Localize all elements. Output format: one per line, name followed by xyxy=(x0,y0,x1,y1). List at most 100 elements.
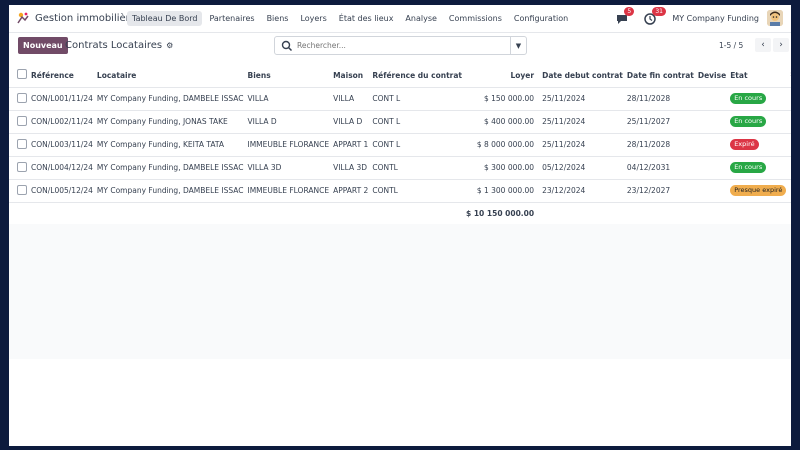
cell-devise xyxy=(696,110,728,133)
cell-devise xyxy=(696,133,728,156)
row-checkbox[interactable] xyxy=(17,184,27,195)
cell-maison: APPART 2 xyxy=(333,186,369,195)
total-loyer: $ 10 150 000.00 xyxy=(466,208,535,218)
cell-locataire: MY Company Funding, DAMBELE ISSAC xyxy=(96,186,244,195)
page-title: Contrats Locataires xyxy=(65,40,163,51)
breadcrumb: Contrats Locataires ⚙ xyxy=(65,40,173,51)
column-header-loyer[interactable]: Loyer xyxy=(464,64,540,87)
cell-date-fin: 28/11/2028 xyxy=(626,94,671,103)
table-row[interactable]: CON/L005/12/24 MY Company Funding, DAMBE… xyxy=(9,179,791,202)
top-navbar: Gestion immobilière Tableau De Bord Part… xyxy=(9,5,791,33)
cell-locataire: MY Company Funding, KEITA TATA xyxy=(96,140,225,149)
select-all-checkbox[interactable] xyxy=(17,69,27,80)
app-logo-icon[interactable] xyxy=(16,11,30,25)
search-icon xyxy=(281,40,293,51)
cell-reference: CON/L003/11/24 xyxy=(31,140,93,149)
caret-down-icon: ▼ xyxy=(515,41,522,50)
cell-devise xyxy=(696,156,728,179)
cell-loyer: $ 300 000.00 xyxy=(483,163,535,172)
cell-reference: CON/L002/11/24 xyxy=(31,117,93,126)
row-checkbox[interactable] xyxy=(17,138,27,149)
pager-previous-button[interactable]: ‹ xyxy=(755,38,771,52)
menu-partenaires[interactable]: Partenaires xyxy=(204,11,259,26)
messages-button[interactable]: 5 xyxy=(616,7,635,26)
column-header-reference[interactable]: Référence xyxy=(29,64,95,87)
search-bar: ▼ xyxy=(274,36,527,55)
cell-reference-contrat: CONT L xyxy=(372,94,401,103)
menu-analyse[interactable]: Analyse xyxy=(400,11,442,26)
cell-reference: CON/L004/12/24 xyxy=(31,163,93,172)
user-avatar[interactable] xyxy=(767,10,783,26)
column-header-etat[interactable]: Etat xyxy=(728,64,788,87)
cell-biens: VILLA 3D xyxy=(247,163,282,172)
column-header-maison[interactable]: Maison xyxy=(331,64,370,87)
menu-loyers[interactable]: Loyers xyxy=(295,11,331,26)
cell-date-debut: 05/12/2024 xyxy=(542,163,586,172)
column-header-date-fin[interactable]: Date fin contrat xyxy=(625,64,696,87)
app-title[interactable]: Gestion immobilière xyxy=(35,13,136,24)
cell-biens: IMMEUBLE FLORANCE xyxy=(247,140,330,149)
cell-devise xyxy=(696,87,728,110)
cell-loyer: $ 150 000.00 xyxy=(483,94,535,103)
cell-loyer: $ 1 300 000.00 xyxy=(476,186,535,195)
messages-count-badge: 5 xyxy=(624,7,635,16)
app-window: Gestion immobilière Tableau De Bord Part… xyxy=(9,5,791,446)
cell-locataire: MY Company Funding, DAMBELE ISSAC xyxy=(96,94,244,103)
status-badge: En cours xyxy=(730,93,767,104)
status-badge: En cours xyxy=(730,162,767,173)
pager-value[interactable]: 1-5 / 5 xyxy=(719,41,743,50)
table-row[interactable]: CON/L001/11/24 MY Company Funding, DAMBE… xyxy=(9,87,791,110)
status-badge: En cours xyxy=(730,116,767,127)
cell-reference: CON/L001/11/24 xyxy=(31,94,93,103)
activities-count-badge: 31 xyxy=(652,7,666,16)
menu-tableau-de-bord[interactable]: Tableau De Bord xyxy=(127,11,203,26)
column-header-date-debut[interactable]: Date debut contrat xyxy=(540,64,625,87)
table-row[interactable]: CON/L004/12/24 MY Company Funding, DAMBE… xyxy=(9,156,791,179)
cell-loyer: $ 400 000.00 xyxy=(483,117,535,126)
list-view: Référence Locataire Biens Maison Référen… xyxy=(9,64,791,359)
main-menu: Tableau De Bord Partenaires Biens Loyers… xyxy=(127,11,575,26)
cell-maison: VILLA xyxy=(333,94,355,103)
activities-button[interactable]: 31 xyxy=(644,7,666,26)
cell-date-fin: 25/11/2027 xyxy=(626,117,671,126)
column-header-devise[interactable]: Devise xyxy=(696,64,728,87)
column-header-locataire[interactable]: Locataire xyxy=(95,64,246,87)
column-header-biens[interactable]: Biens xyxy=(246,64,332,87)
cell-date-debut: 25/11/2024 xyxy=(542,140,586,149)
cell-date-fin: 23/12/2027 xyxy=(626,186,671,195)
cell-date-debut: 25/11/2024 xyxy=(542,117,586,126)
row-checkbox[interactable] xyxy=(17,115,27,126)
control-panel: Nouveau Contrats Locataires ⚙ ▼ 1-5 / 5 … xyxy=(9,34,791,67)
cell-biens: VILLA D xyxy=(247,117,277,126)
column-header-reference-contrat[interactable]: Référence du contrat xyxy=(370,64,464,87)
status-badge: Presque expiré xyxy=(730,185,787,196)
menu-configuration[interactable]: Configuration xyxy=(509,11,573,26)
table-row[interactable]: CON/L003/11/24 MY Company Funding, KEITA… xyxy=(9,133,791,156)
optional-columns-icon[interactable]: ⇄ xyxy=(790,70,791,80)
gear-icon[interactable]: ⚙ xyxy=(166,41,173,50)
cell-date-fin: 04/12/2031 xyxy=(626,163,671,172)
avatar-image xyxy=(767,10,783,26)
menu-biens[interactable]: Biens xyxy=(262,11,294,26)
menu-etat-des-lieux[interactable]: État des lieux xyxy=(334,11,399,26)
cell-maison: VILLA D xyxy=(333,117,363,126)
cell-reference-contrat: CONTL xyxy=(372,163,398,172)
status-badge: Expiré xyxy=(730,139,759,150)
cell-locataire: MY Company Funding, DAMBELE ISSAC xyxy=(96,163,244,172)
company-switcher[interactable]: MY Company Funding xyxy=(672,14,759,23)
cell-loyer: $ 8 000 000.00 xyxy=(476,140,535,149)
search-options-toggle[interactable]: ▼ xyxy=(510,37,526,54)
search-input[interactable] xyxy=(297,41,507,50)
cell-locataire: MY Company Funding, JONAS TAKE xyxy=(96,117,228,126)
pager-next-button[interactable]: › xyxy=(773,38,789,52)
cell-reference-contrat: CONT L xyxy=(372,117,401,126)
row-checkbox[interactable] xyxy=(17,92,27,103)
table-row[interactable]: CON/L002/11/24 MY Company Funding, JONAS… xyxy=(9,110,791,133)
menu-commissions[interactable]: Commissions xyxy=(444,11,507,26)
cell-maison: APPART 1 xyxy=(333,140,369,149)
cell-devise xyxy=(696,179,728,202)
new-button[interactable]: Nouveau xyxy=(18,37,68,54)
row-checkbox[interactable] xyxy=(17,161,27,172)
cell-reference-contrat: CONT L xyxy=(372,140,401,149)
cell-reference-contrat: CONTL xyxy=(372,186,398,195)
